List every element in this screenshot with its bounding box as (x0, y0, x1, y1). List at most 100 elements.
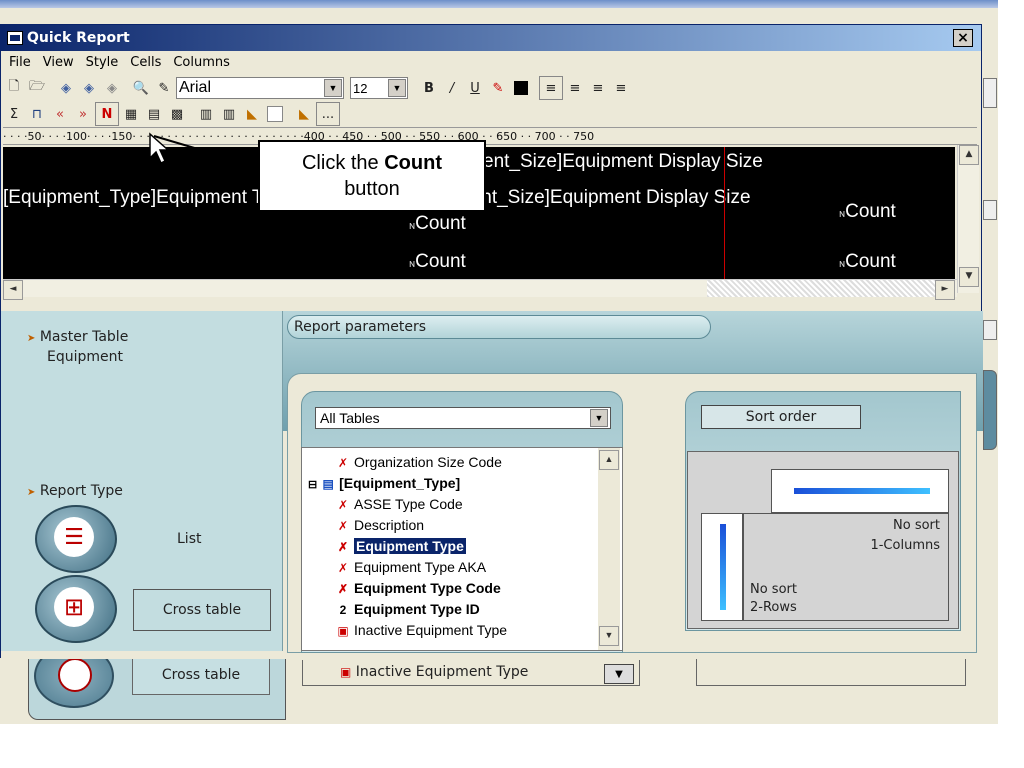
table-cols-icon[interactable]: ▥ (195, 103, 217, 125)
bullet-icon: ➤ (27, 333, 36, 344)
tree-item[interactable]: ▣ Inactive Equipment Type (336, 620, 507, 641)
field-icon: ✗ (337, 561, 349, 575)
callout-bold: Count (384, 152, 442, 174)
new-icon[interactable]: 🗋 (3, 77, 25, 99)
tables-filter-value: All Tables (320, 410, 380, 426)
tree-item[interactable]: ✗ Description (336, 515, 424, 536)
bullet-icon: ➤ (27, 487, 36, 498)
menu-cells[interactable]: Cells (124, 53, 167, 73)
column-sort-drop-area[interactable] (771, 469, 949, 513)
preview-icon[interactable]: 🔍 (130, 77, 152, 99)
underline-button[interactable]: U (464, 77, 486, 99)
scroll-left-button[interactable]: ◄ (3, 280, 23, 300)
horizontal-scrollbar[interactable]: ◄ ► (3, 279, 957, 300)
chevron-down-icon[interactable]: ▼ (388, 79, 406, 97)
menu-columns[interactable]: Columns (167, 53, 236, 73)
report-toolbar: Σ ⊓ « » N ▦ ▤ ▩ ▥ ▥ ◣ ◣ ... (3, 102, 979, 126)
more-button[interactable]: ... (316, 102, 340, 126)
align-justify-icon[interactable]: ≡ (539, 76, 563, 100)
tree-item-selected[interactable]: ✗ Equipment Type (336, 536, 466, 557)
report-count-cell: ɴCount (839, 251, 896, 273)
row-sort-value: No sort (750, 582, 797, 597)
report-row-header: [Equipment_Type]Equipment Type (3, 187, 294, 208)
italic-button[interactable]: / (441, 77, 463, 99)
list-type-button[interactable]: ☰ (35, 505, 117, 573)
grid-lines-icon[interactable]: ▤ (143, 103, 165, 125)
table-rows-icon[interactable]: ▥ (218, 103, 240, 125)
tree-item-label: Description (354, 517, 425, 533)
background-color-icon[interactable]: ◣ (293, 103, 315, 125)
close-button[interactable]: × (953, 29, 973, 47)
report-count-cell: ɴCount (409, 213, 466, 235)
report-type-label-text: Report Type (39, 483, 123, 499)
field-icon: ✗ (337, 519, 349, 533)
tree-item[interactable]: ⊟ ▤ [Equipment_Type] (308, 473, 460, 494)
font-size-select[interactable]: 12 ▼ (350, 77, 408, 99)
tree-scrollbar[interactable]: ▲ ▼ (598, 448, 620, 650)
color-swatch-icon[interactable] (510, 77, 532, 99)
grid-fill-icon[interactable]: ▩ (166, 103, 188, 125)
formatting-toolbar: 🗋 🗁 ◈ ◈ ◈ 🔍 ✎ Arial ▼ 12 ▼ B / U ✎ ≡ ≡ ≡… (3, 75, 979, 101)
style-clear-icon[interactable]: ◈ (101, 77, 123, 99)
bold-button[interactable]: B (418, 77, 440, 99)
sort-order-button[interactable]: Sort order (701, 405, 861, 429)
grid-icon: ⊞ (54, 587, 94, 627)
row-bar-icon (720, 524, 726, 610)
report-header-line: ent_Size]Equipment Display Size (483, 151, 763, 172)
tree-item[interactable]: ✗ Equipment Type Code (336, 578, 501, 599)
style-alt-icon[interactable]: ◈ (78, 77, 100, 99)
grid-icon[interactable]: ▦ (120, 103, 142, 125)
tree-item[interactable]: ✗ ASSE Type Code (336, 494, 463, 515)
max-icon[interactable]: ⊓ (26, 103, 48, 125)
tree-item-label: Organization Size Code (354, 454, 502, 470)
list-label: List (177, 531, 202, 547)
scroll-up-button[interactable]: ▲ (959, 145, 979, 165)
background-scroll-down-button: ▼ (604, 664, 634, 684)
open-icon[interactable]: 🗁 (26, 77, 48, 99)
edit-icon[interactable]: ✎ (153, 77, 175, 99)
scroll-down-button[interactable]: ▼ (599, 626, 619, 646)
left-pane: ➤ Master Table Equipment ➤ Report Type ☰… (1, 311, 283, 651)
cross-table-button[interactable]: Cross table (133, 589, 271, 631)
report-settings-panel: ➤ Master Table Equipment ➤ Report Type ☰… (1, 311, 983, 659)
min-icon[interactable]: « (49, 103, 71, 125)
table-icon: ▤ (322, 477, 334, 491)
scroll-right-button[interactable]: ► (935, 280, 955, 300)
tree-item[interactable]: 2 Equipment Type ID (336, 599, 480, 620)
scroll-up-button[interactable]: ▲ (599, 450, 619, 470)
tree-item-label: Equipment Type Code (354, 580, 501, 596)
fill-color-icon[interactable]: ◣ (241, 103, 263, 125)
menu-style[interactable]: Style (80, 53, 125, 73)
report-parameters-tab[interactable]: Report parameters (287, 315, 711, 339)
field-icon: ✗ (337, 540, 349, 554)
background-tree-item: ▣ Inactive Equipment Type (340, 664, 528, 680)
scroll-track[interactable] (707, 280, 935, 297)
row-sort-drop-area[interactable] (701, 513, 743, 621)
vertical-scrollbar[interactable]: ▲ ▼ (957, 145, 979, 293)
tree-item[interactable]: ✗ Organization Size Code (336, 452, 502, 473)
chevron-down-icon[interactable]: ▼ (324, 79, 342, 97)
menu-view[interactable]: View (37, 53, 80, 73)
menu-file[interactable]: File (3, 53, 37, 73)
tree-item-label: Equipment Type AKA (354, 559, 487, 575)
count-button[interactable]: N (95, 102, 119, 126)
style-icon[interactable]: ◈ (55, 77, 77, 99)
cursor-icon (149, 132, 170, 165)
callout-suffix: button (344, 178, 400, 200)
align-left-icon[interactable]: ≡ (564, 77, 586, 99)
font-name-select[interactable]: Arial ▼ (176, 77, 344, 99)
fill-swatch-icon[interactable] (264, 103, 286, 125)
cross-table-type-button[interactable]: ⊞ (35, 575, 117, 643)
pen-color-icon[interactable]: ✎ (487, 77, 509, 99)
average-icon[interactable]: » (72, 103, 94, 125)
tables-filter-select[interactable]: All Tables ▼ (315, 407, 611, 429)
collapse-icon: ⊟ (308, 479, 318, 491)
scroll-down-button[interactable]: ▼ (959, 267, 979, 287)
sum-icon[interactable]: Σ (3, 103, 25, 125)
font-name-value: Arial (179, 79, 212, 96)
chevron-down-icon[interactable]: ▼ (590, 409, 608, 427)
align-center-icon[interactable]: ≡ (587, 77, 609, 99)
sort-summary: No sort 1-Columns No sort 2-Rows (743, 513, 949, 621)
align-right-icon[interactable]: ≡ (610, 77, 632, 99)
tree-item[interactable]: ✗ Equipment Type AKA (336, 557, 486, 578)
